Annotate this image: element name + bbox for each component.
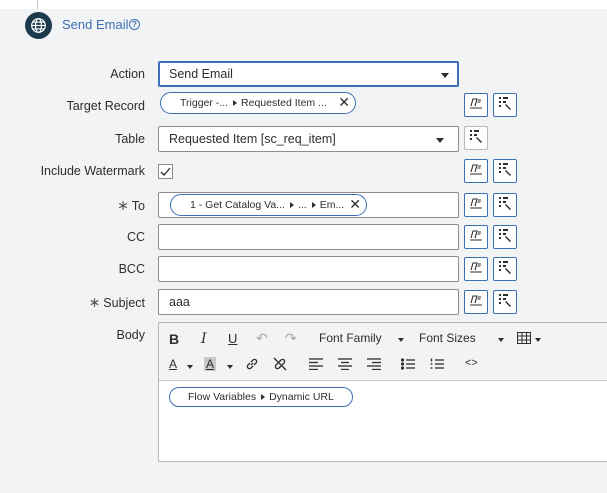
script-button[interactable] bbox=[464, 290, 488, 314]
required-mark: ∗ bbox=[117, 197, 129, 213]
align-left-icon[interactable] bbox=[309, 358, 323, 370]
data-pill-picker-button[interactable] bbox=[493, 257, 517, 281]
data-pill-picker-icon bbox=[498, 293, 512, 312]
pill-segment: Flow Variables bbox=[188, 391, 257, 403]
cc-label: CC bbox=[126, 230, 145, 244]
source-code-icon[interactable]: <> bbox=[465, 357, 478, 369]
unlink-icon[interactable] bbox=[273, 357, 287, 371]
data-pill-picker-button[interactable] bbox=[493, 225, 517, 249]
numbered-list-icon[interactable] bbox=[430, 358, 444, 370]
font-color-icon[interactable]: A bbox=[169, 357, 177, 371]
script-icon bbox=[469, 196, 483, 214]
body-rich-text-editor[interactable]: B I U ↶ ↷ Font Family Font Sizes A A <> … bbox=[158, 322, 607, 462]
pill-segment: Requested Item ... bbox=[241, 97, 327, 109]
script-button[interactable] bbox=[464, 225, 488, 249]
script-button[interactable] bbox=[464, 159, 488, 183]
pill-segment: Em... bbox=[319, 199, 345, 211]
chevron-down-icon[interactable] bbox=[398, 338, 404, 342]
align-right-icon[interactable] bbox=[367, 358, 381, 370]
to-data-pill[interactable]: 1 - Get Catalog Va... ... Em... ✕ bbox=[170, 194, 367, 216]
script-icon bbox=[469, 228, 483, 246]
undo-icon[interactable]: ↶ bbox=[256, 330, 268, 347]
script-button[interactable] bbox=[464, 193, 488, 217]
chevron-down-icon[interactable] bbox=[441, 73, 449, 78]
pill-segment: ... bbox=[297, 199, 307, 211]
data-pill-picker-icon bbox=[469, 129, 483, 148]
chevron-down-icon[interactable] bbox=[227, 365, 233, 369]
bullet-list-icon[interactable] bbox=[401, 358, 415, 370]
action-label: Action bbox=[110, 67, 145, 81]
data-pill-picker-icon bbox=[498, 228, 512, 247]
target-record-label: Target Record bbox=[66, 99, 145, 113]
bcc-field[interactable] bbox=[158, 256, 459, 282]
data-pill-picker-icon bbox=[498, 196, 512, 215]
chevron-down-icon[interactable] bbox=[535, 338, 541, 342]
chevron-down-icon[interactable] bbox=[436, 138, 444, 143]
data-pill-picker-icon bbox=[498, 96, 512, 115]
required-mark: ∗ bbox=[88, 294, 101, 310]
include-watermark-label: Include Watermark bbox=[40, 164, 145, 178]
data-pill-picker-icon bbox=[498, 260, 512, 279]
bcc-label: BCC bbox=[118, 262, 145, 276]
script-icon bbox=[469, 162, 483, 180]
include-watermark-checkbox[interactable] bbox=[158, 164, 173, 179]
pill-separator-icon bbox=[233, 100, 238, 106]
subject-label-text: Subject bbox=[103, 296, 145, 310]
cc-field[interactable] bbox=[158, 224, 459, 250]
data-pill-picker-icon bbox=[498, 162, 512, 181]
chevron-down-icon[interactable] bbox=[187, 365, 193, 369]
script-button[interactable] bbox=[464, 257, 488, 281]
to-label: ∗ To bbox=[117, 197, 145, 214]
font-family-dropdown[interactable]: Font Family bbox=[319, 331, 382, 345]
body-data-pill[interactable]: Flow Variables Dynamic URL bbox=[169, 387, 353, 407]
help-icon[interactable]: ? bbox=[129, 19, 140, 30]
checkmark-icon bbox=[159, 165, 172, 182]
data-pill-picker-button[interactable] bbox=[493, 93, 517, 117]
data-pill-picker-button[interactable] bbox=[493, 159, 517, 183]
subject-label: ∗ Subject bbox=[89, 294, 145, 311]
table-select[interactable]: Requested Item [sc_req_item] bbox=[158, 126, 459, 152]
table-label: Table bbox=[115, 132, 145, 146]
to-label-text: To bbox=[131, 199, 145, 213]
link-icon[interactable] bbox=[245, 357, 259, 371]
table-icon[interactable] bbox=[517, 332, 531, 344]
align-center-icon[interactable] bbox=[338, 358, 352, 370]
subject-field[interactable]: aaa bbox=[158, 289, 459, 315]
action-select[interactable]: Send Email bbox=[158, 61, 459, 87]
pill-separator-icon bbox=[289, 202, 294, 208]
top-strip bbox=[0, 0, 607, 9]
clear-icon[interactable]: ✕ bbox=[338, 94, 350, 111]
pill-segment: Dynamic URL bbox=[269, 391, 334, 403]
pill-separator-icon bbox=[261, 394, 266, 400]
editor-toolbar: B I U ↶ ↷ Font Family Font Sizes A A <> bbox=[159, 323, 607, 381]
data-pill-picker-button[interactable] bbox=[493, 290, 517, 314]
script-icon bbox=[469, 260, 483, 278]
pill-segment: Trigger -... bbox=[180, 97, 229, 109]
script-icon bbox=[469, 293, 483, 311]
globe-icon bbox=[25, 12, 52, 39]
target-record-data-pill[interactable]: Trigger -... Requested Item ... ✕ bbox=[160, 92, 356, 114]
to-field[interactable]: 1 - Get Catalog Va... ... Em... ✕ bbox=[158, 192, 459, 218]
subject-field-value: aaa bbox=[169, 295, 190, 309]
script-button[interactable] bbox=[464, 93, 488, 117]
background-color-icon[interactable]: A bbox=[204, 357, 217, 371]
action-select-value: Send Email bbox=[169, 67, 233, 81]
flow-connector-line bbox=[37, 0, 38, 9]
pill-segment: 1 - Get Catalog Va... bbox=[190, 199, 285, 211]
italic-icon[interactable]: I bbox=[201, 331, 207, 347]
table-select-value: Requested Item [sc_req_item] bbox=[169, 132, 336, 146]
font-sizes-dropdown[interactable]: Font Sizes bbox=[419, 331, 476, 345]
body-label: Body bbox=[116, 328, 146, 342]
script-icon bbox=[469, 96, 483, 114]
data-pill-picker-button[interactable] bbox=[464, 126, 488, 150]
underline-icon[interactable]: U bbox=[228, 331, 237, 346]
chevron-down-icon[interactable] bbox=[498, 338, 504, 342]
pill-separator-icon bbox=[311, 202, 316, 208]
clear-icon[interactable]: ✕ bbox=[349, 196, 361, 213]
bold-icon[interactable]: B bbox=[169, 331, 179, 347]
action-title[interactable]: Send Email bbox=[62, 17, 128, 32]
redo-icon[interactable]: ↷ bbox=[285, 330, 297, 347]
data-pill-picker-button[interactable] bbox=[493, 193, 517, 217]
